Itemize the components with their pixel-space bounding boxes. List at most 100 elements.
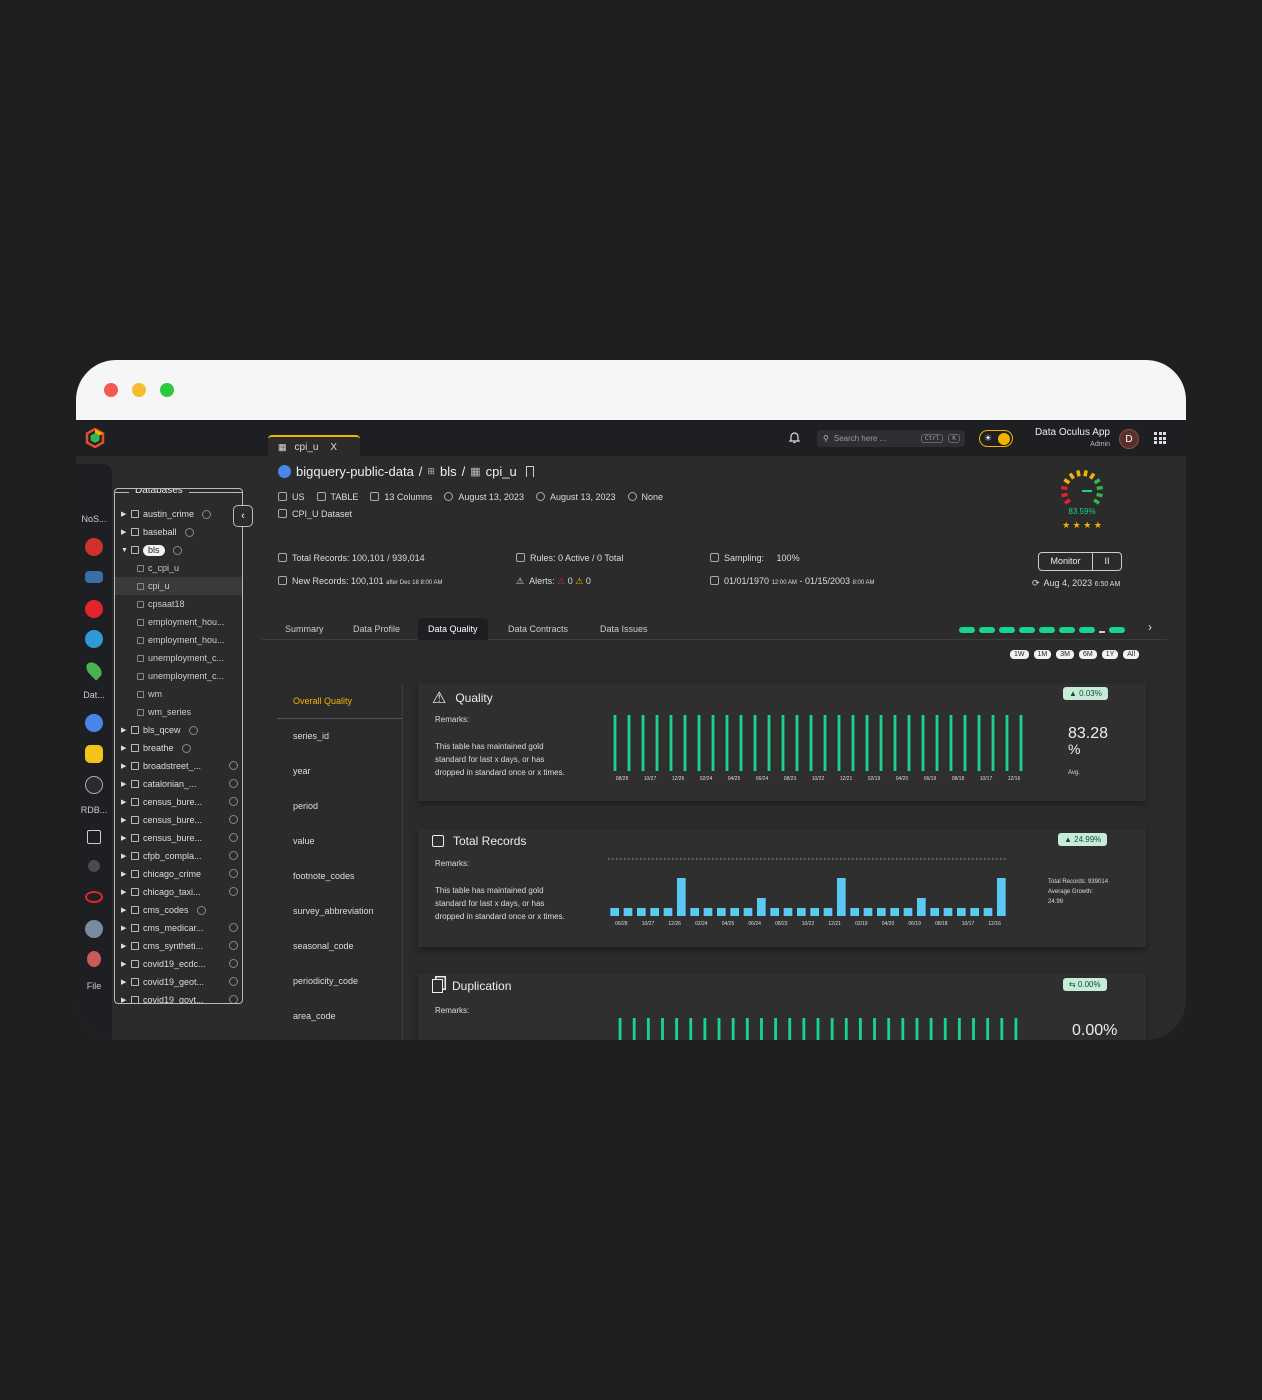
chart-bar[interactable] bbox=[703, 1018, 707, 1040]
caret-right-icon[interactable]: ▶ bbox=[121, 978, 127, 986]
avatar[interactable]: D bbox=[1119, 429, 1139, 449]
caret-right-icon[interactable]: ▶ bbox=[121, 924, 127, 932]
chart-bar[interactable] bbox=[1019, 715, 1023, 771]
info-icon[interactable] bbox=[229, 941, 238, 950]
source-icon-1[interactable] bbox=[85, 538, 103, 556]
chart-bar[interactable] bbox=[632, 1018, 636, 1040]
chart-bar[interactable] bbox=[921, 715, 925, 771]
chart-bar[interactable] bbox=[917, 898, 926, 916]
caret-right-icon[interactable]: ▶ bbox=[121, 528, 127, 536]
range-all[interactable]: All bbox=[1123, 650, 1140, 659]
table-item[interactable]: wm_series bbox=[115, 703, 242, 721]
database-item[interactable]: ▶ cms_codes bbox=[115, 901, 242, 919]
chart-bar[interactable] bbox=[957, 908, 966, 916]
info-icon[interactable] bbox=[181, 743, 191, 753]
column-item[interactable]: footnote_codes bbox=[277, 859, 402, 894]
chart-bar[interactable] bbox=[930, 908, 939, 916]
chart-bar[interactable] bbox=[610, 908, 619, 916]
caret-right-icon[interactable]: ▶ bbox=[121, 816, 127, 824]
info-icon[interactable] bbox=[229, 995, 238, 1003]
database-item[interactable]: ▶ austin_crime bbox=[115, 505, 242, 523]
range-6m[interactable]: 6M bbox=[1078, 650, 1097, 659]
run-history-pills[interactable] bbox=[959, 627, 1125, 633]
database-item[interactable]: ▶ cms_medicar... bbox=[115, 919, 242, 937]
chart-bar[interactable] bbox=[618, 1018, 622, 1040]
caret-right-icon[interactable]: ▶ bbox=[121, 996, 127, 1003]
chart-bar[interactable] bbox=[760, 1018, 763, 1040]
database-item[interactable]: ▶ census_bure... bbox=[115, 811, 242, 829]
chart-bar[interactable] bbox=[623, 908, 633, 916]
chart-bar[interactable] bbox=[851, 715, 855, 771]
minimize-window-button[interactable] bbox=[132, 383, 146, 397]
tab-close-icon[interactable]: X bbox=[330, 442, 337, 453]
chart-bar[interactable] bbox=[613, 715, 617, 771]
source-icon-6[interactable] bbox=[85, 776, 103, 794]
chart-bar[interactable] bbox=[730, 908, 739, 916]
chart-bar[interactable] bbox=[850, 908, 859, 916]
caret-right-icon[interactable]: ▶ bbox=[121, 834, 127, 842]
chart-bar[interactable] bbox=[717, 908, 726, 916]
chart-bar[interactable] bbox=[788, 1018, 792, 1040]
breadcrumb-project[interactable]: bigquery-public-data bbox=[296, 464, 414, 479]
chart-bar[interactable] bbox=[816, 1018, 820, 1040]
source-icon-9[interactable] bbox=[87, 951, 101, 967]
chart-bar[interactable] bbox=[809, 715, 813, 771]
rail-label-data[interactable]: Dat... bbox=[79, 690, 109, 700]
table-item[interactable]: c_cpi_u bbox=[115, 559, 242, 577]
caret-right-icon[interactable]: ▶ bbox=[121, 870, 127, 878]
chart-bar[interactable] bbox=[637, 908, 646, 916]
info-icon[interactable] bbox=[202, 509, 212, 519]
source-icon-5[interactable] bbox=[85, 745, 103, 763]
chart-bar[interactable] bbox=[655, 715, 659, 771]
source-icon-8[interactable] bbox=[85, 920, 103, 938]
caret-right-icon[interactable]: ▶ bbox=[121, 510, 127, 518]
database-item[interactable]: ▶ broadstreet_... bbox=[115, 757, 242, 775]
chart-bar[interactable] bbox=[887, 1018, 891, 1040]
chart-bar[interactable] bbox=[859, 1018, 862, 1040]
chart-bar[interactable] bbox=[797, 908, 806, 916]
info-icon[interactable] bbox=[229, 923, 238, 932]
search-input[interactable]: ⚲ Search here ... Ctrl K bbox=[817, 430, 965, 447]
chart-bar[interactable] bbox=[731, 1018, 735, 1040]
chart-bar[interactable] bbox=[935, 715, 939, 771]
chart-bar[interactable] bbox=[991, 715, 995, 771]
chart-bar[interactable] bbox=[901, 1018, 905, 1040]
apps-grid-icon[interactable] bbox=[1154, 432, 1166, 444]
chart-bar[interactable] bbox=[753, 715, 757, 771]
chart-bar[interactable] bbox=[783, 908, 793, 916]
info-icon[interactable] bbox=[229, 833, 238, 842]
chart-bar[interactable] bbox=[697, 715, 701, 771]
chart-bar[interactable] bbox=[970, 908, 979, 916]
caret-right-icon[interactable]: ▶ bbox=[121, 762, 127, 770]
chart-bar[interactable] bbox=[972, 1018, 975, 1040]
chart-bar[interactable] bbox=[770, 908, 779, 916]
caret-right-icon[interactable]: ▶ bbox=[121, 780, 127, 788]
column-item[interactable]: period bbox=[277, 789, 402, 824]
source-icon-3[interactable] bbox=[85, 600, 103, 618]
database-item[interactable]: ▶ census_bure... bbox=[115, 793, 242, 811]
info-icon[interactable] bbox=[229, 977, 238, 986]
chevron-right-icon[interactable]: › bbox=[1148, 620, 1152, 634]
info-icon[interactable] bbox=[229, 779, 238, 788]
database-item[interactable]: ▶ chicago_taxi... bbox=[115, 883, 242, 901]
chart-bar[interactable] bbox=[877, 908, 886, 916]
table-item[interactable]: employment_hou... bbox=[115, 631, 242, 649]
bell-icon[interactable] bbox=[789, 431, 800, 444]
database-item[interactable]: ▶ cms_syntheti... bbox=[115, 937, 242, 955]
chart-bar[interactable] bbox=[725, 715, 729, 771]
rail-label-rdb[interactable]: RDB... bbox=[79, 805, 109, 815]
chart-bar[interactable] bbox=[650, 908, 659, 916]
chart-bar[interactable] bbox=[683, 715, 687, 771]
caret-right-icon[interactable]: ▶ bbox=[121, 726, 127, 734]
chart-bar[interactable] bbox=[774, 1018, 777, 1040]
chart-bar[interactable] bbox=[983, 908, 993, 916]
database-item[interactable]: ▶ baseball bbox=[115, 523, 242, 541]
chart-bar[interactable] bbox=[703, 908, 713, 916]
chart-bar[interactable] bbox=[890, 908, 899, 916]
info-icon[interactable] bbox=[229, 959, 238, 968]
refresh-icon[interactable]: ⟳ bbox=[1032, 578, 1040, 588]
info-icon[interactable] bbox=[172, 545, 182, 555]
chart-bar[interactable] bbox=[795, 715, 799, 771]
rail-label-file[interactable]: File bbox=[79, 981, 109, 991]
chart-bar[interactable] bbox=[949, 715, 953, 771]
